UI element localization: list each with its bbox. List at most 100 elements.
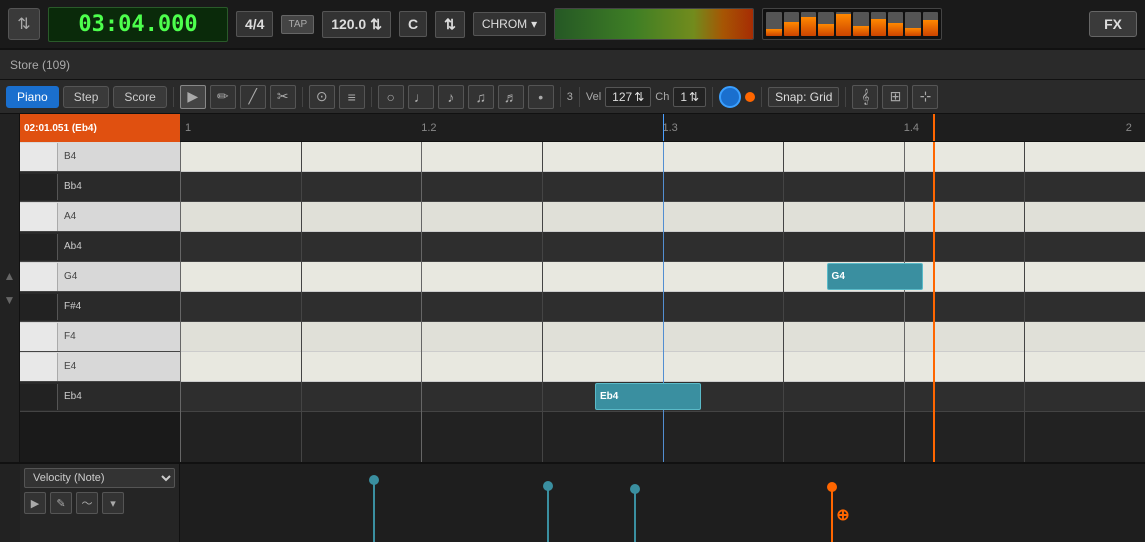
eq-bar-3 (818, 12, 833, 36)
note-g4[interactable]: G4 (827, 263, 924, 290)
eq-bar-2 (801, 12, 816, 36)
scale-chevron: ▾ (531, 17, 537, 31)
key-eb4[interactable]: Eb4 (20, 382, 180, 412)
nav-up[interactable]: ▲ (2, 268, 18, 284)
store-label: Store (109) (10, 58, 70, 72)
vel-bar-3 (831, 487, 833, 542)
vel-value-display[interactable]: 127 ⇅ (605, 87, 651, 107)
fx-button[interactable]: FX (1089, 11, 1137, 37)
position-label: 02:01.051 (Eb4) (20, 114, 180, 142)
key-e4[interactable]: E4 (20, 352, 180, 382)
eq-bar-1 (784, 12, 799, 36)
velocity-select[interactable]: Velocity (Note) (24, 468, 175, 488)
key-b4[interactable]: B4 (20, 142, 180, 172)
eq-bar-8 (905, 12, 920, 36)
select-tool[interactable]: ▶ (180, 85, 206, 109)
key-f4[interactable]: F4 (20, 322, 180, 352)
eq-bar-7 (888, 12, 903, 36)
piano-roll: Piano Step Score ▶ ✏ ╱ ✂ ⊙ ≡ ○ ♩ ♪ ♫ ♬ •… (0, 80, 1145, 542)
piano-roll-main: ▲ ▼ 02:01.051 (Eb4) 1 1.2 1.3 1.4 2 (0, 114, 1145, 462)
note-quarter[interactable]: ♪ (438, 85, 464, 109)
left-nav: ▲ ▼ (0, 114, 20, 462)
grid-vline-2 (421, 142, 422, 462)
ruler-14: 1.4 (904, 122, 919, 134)
ruler: 1 1.2 1.3 1.4 2 (180, 114, 1145, 142)
playhead (933, 142, 935, 462)
playhead-ruler (933, 114, 935, 141)
eq-bar-9 (923, 12, 938, 36)
velocity-tools: ▶ ✎ 〜 ▾ (24, 492, 175, 514)
time-sig-display[interactable]: 4/4 (236, 11, 273, 37)
vel-number: 127 (612, 90, 632, 104)
vel-crosshair: ⊕ (836, 505, 849, 525)
key-display[interactable]: C (399, 11, 427, 37)
orange-dot-indicator (745, 92, 755, 102)
key-ab4[interactable]: Ab4 (20, 232, 180, 262)
grid-area[interactable]: Eb4 G4 (180, 142, 1145, 462)
erase-tool[interactable]: ✂ (270, 85, 296, 109)
vel-chevron-btn[interactable]: ▾ (102, 492, 124, 514)
key-arrows[interactable]: ⇅ (435, 11, 465, 38)
level-meter-fill (555, 9, 753, 39)
key-bb4[interactable]: Bb4 (20, 172, 180, 202)
vel-pencil-btn[interactable]: ✎ (50, 492, 72, 514)
transport-bar: ⇅ 03:04.000 4/4 TAP 120.0 ⇅ C ⇅ CHROM ▾ … (0, 0, 1145, 50)
vel-dot-0 (369, 475, 379, 485)
time-display: 03:04.000 (48, 7, 228, 42)
grid-vline-3 (542, 142, 543, 462)
keys-grid-area: B4Bb4A4Ab4G4F#4F4E4Eb4 Eb4G4 (20, 142, 1145, 462)
arrows-icon: ⇅ (17, 14, 30, 34)
key-a4[interactable]: A4 (20, 202, 180, 232)
piano-keys: B4Bb4A4Ab4G4F#4F4E4Eb4 (20, 142, 180, 462)
note-dot[interactable]: • (528, 85, 554, 109)
vel-play-btn[interactable]: ▶ (24, 492, 46, 514)
grid-tool[interactable]: ≡ (339, 85, 365, 109)
velocity-area: Velocity (Note) ▶ ✎ 〜 ▾ ⊕ (0, 462, 1145, 542)
ruler-12: 1.2 (421, 122, 436, 134)
line-tool[interactable]: ╱ (240, 85, 266, 109)
note-half[interactable]: ♩ (408, 85, 434, 109)
velocity-panel: Velocity (Note) ▶ ✎ 〜 ▾ (20, 464, 180, 542)
tap-button[interactable]: TAP (281, 15, 314, 34)
layout-btn[interactable]: ⊞ (882, 85, 908, 109)
tab-piano[interactable]: Piano (6, 86, 59, 108)
nav-down[interactable]: ▼ (2, 292, 18, 308)
eq-bar-4 (836, 12, 851, 36)
ruler-1: 1 (185, 122, 191, 134)
snap-select[interactable]: Snap: Grid (768, 87, 839, 107)
vel-curve-btn[interactable]: 〜 (76, 492, 98, 514)
crosshair-btn[interactable]: ⊹ (912, 85, 938, 109)
grid-vline-1 (301, 142, 302, 462)
ch-arrows: ⇅ (689, 90, 699, 104)
transport-arrows-btn[interactable]: ⇅ (8, 8, 40, 40)
note-sixteenth[interactable]: ♬ (498, 85, 524, 109)
sep-1 (173, 87, 174, 107)
store-bar: Store (109) (0, 50, 1145, 80)
draw-tool[interactable]: ✏ (210, 85, 236, 109)
piano-toolbar: Piano Step Score ▶ ✏ ╱ ✂ ⊙ ≡ ○ ♩ ♪ ♫ ♬ •… (0, 80, 1145, 114)
blue-line-ruler (663, 114, 664, 141)
tab-score[interactable]: Score (113, 86, 166, 108)
tempo-value: 120.0 (331, 16, 366, 32)
ch-label: Ch (655, 91, 669, 103)
eq-bar-0 (766, 12, 781, 36)
tempo-arrows: ⇅ (370, 16, 382, 33)
note-eighth[interactable]: ♫ (468, 85, 494, 109)
scale-display[interactable]: CHROM ▾ (473, 12, 546, 36)
grid-vline-7 (1024, 142, 1025, 462)
note-eb4[interactable]: Eb4 (595, 383, 701, 410)
sep-5 (579, 87, 580, 107)
record-btn[interactable] (719, 86, 741, 108)
clef-icon[interactable]: 𝄞 (852, 85, 878, 109)
loop-tool[interactable]: ⊙ (309, 85, 335, 109)
key-g4[interactable]: G4 (20, 262, 180, 292)
tab-step[interactable]: Step (63, 86, 110, 108)
key-fs4[interactable]: F#4 (20, 292, 180, 322)
eq-meter (762, 8, 942, 40)
note-count: 3 (567, 91, 573, 103)
tempo-display[interactable]: 120.0 ⇅ (322, 11, 391, 38)
sep-2 (302, 87, 303, 107)
note-whole[interactable]: ○ (378, 85, 404, 109)
ch-value-display[interactable]: 1 ⇅ (673, 87, 706, 107)
scale-value: CHROM (482, 17, 527, 31)
